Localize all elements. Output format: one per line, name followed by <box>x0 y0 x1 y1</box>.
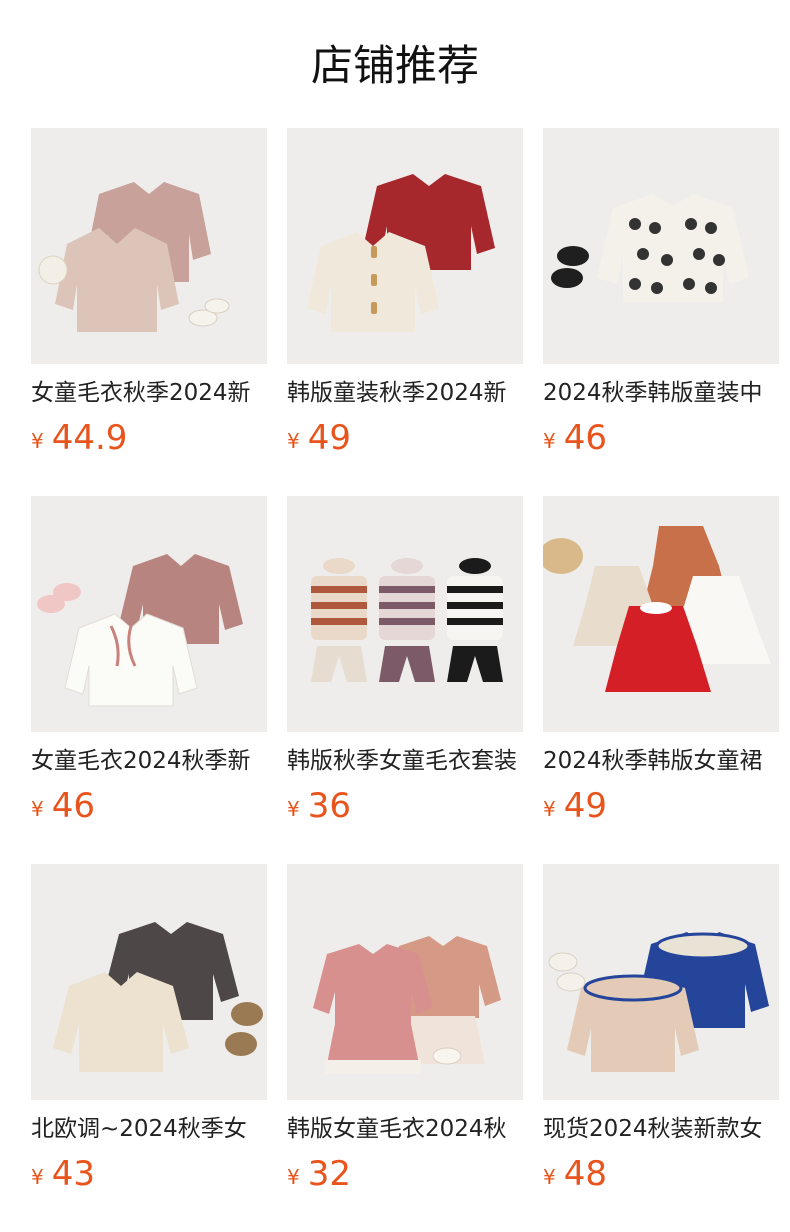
product-card[interactable]: 韩版童装秋季2024新 ¥49 <box>287 128 523 460</box>
product-price: ¥43 <box>31 1152 267 1196</box>
currency-symbol: ¥ <box>31 1165 44 1189</box>
product-card[interactable]: 2024秋季韩版女童裙 ¥49 <box>543 496 779 828</box>
product-price: ¥49 <box>543 784 779 828</box>
product-name[interactable]: 韩版童装秋季2024新 <box>287 376 523 410</box>
product-image[interactable] <box>31 864 267 1100</box>
product-card[interactable]: 女童毛衣2024秋季新 ¥46 <box>31 496 267 828</box>
currency-symbol: ¥ <box>543 1165 556 1189</box>
price-amount: 48 <box>563 1154 607 1194</box>
currency-symbol: ¥ <box>31 429 44 453</box>
product-card[interactable]: 现货2024秋装新款女 ¥48 <box>543 864 779 1196</box>
product-card[interactable]: 女童毛衣秋季2024新 ¥44.9 <box>31 128 267 460</box>
currency-symbol: ¥ <box>543 797 556 821</box>
price-amount: 32 <box>307 1154 351 1194</box>
product-price: ¥32 <box>287 1152 523 1196</box>
price-amount: 49 <box>307 418 351 458</box>
product-name[interactable]: 2024秋季韩版童装中 <box>543 376 779 410</box>
product-image[interactable] <box>543 496 779 732</box>
price-amount: 46 <box>563 418 607 458</box>
price-amount: 46 <box>51 786 95 826</box>
currency-symbol: ¥ <box>287 1165 300 1189</box>
product-name[interactable]: 现货2024秋装新款女 <box>543 1112 779 1146</box>
product-price: ¥46 <box>543 416 779 460</box>
product-price: ¥36 <box>287 784 523 828</box>
price-amount: 44.9 <box>51 418 128 458</box>
currency-symbol: ¥ <box>287 429 300 453</box>
product-name[interactable]: 2024秋季韩版女童裙 <box>543 744 779 778</box>
product-price: ¥49 <box>287 416 523 460</box>
price-amount: 43 <box>51 1154 95 1194</box>
product-name[interactable]: 韩版秋季女童毛衣套装 <box>287 744 523 778</box>
product-name[interactable]: 北欧调~2024秋季女 <box>31 1112 267 1146</box>
product-image[interactable] <box>543 864 779 1100</box>
product-price: ¥48 <box>543 1152 779 1196</box>
product-card[interactable]: 韩版秋季女童毛衣套装 ¥36 <box>287 496 523 828</box>
product-image[interactable] <box>543 128 779 364</box>
product-image[interactable] <box>287 864 523 1100</box>
currency-symbol: ¥ <box>543 429 556 453</box>
product-image[interactable] <box>287 128 523 364</box>
currency-symbol: ¥ <box>31 797 44 821</box>
product-name[interactable]: 女童毛衣2024秋季新 <box>31 744 267 778</box>
product-price: ¥44.9 <box>31 416 267 460</box>
product-image[interactable] <box>287 496 523 732</box>
product-card[interactable]: 2024秋季韩版童装中 ¥46 <box>543 128 779 460</box>
product-card[interactable]: 韩版女童毛衣2024秋 ¥32 <box>287 864 523 1196</box>
product-grid: 女童毛衣秋季2024新 ¥44.9 韩版童装秋季2024新 ¥49 2024秋季… <box>0 0 790 1232</box>
price-amount: 49 <box>563 786 607 826</box>
product-image[interactable] <box>31 496 267 732</box>
product-image[interactable] <box>31 128 267 364</box>
product-name[interactable]: 女童毛衣秋季2024新 <box>31 376 267 410</box>
product-price: ¥46 <box>31 784 267 828</box>
product-card[interactable]: 北欧调~2024秋季女 ¥43 <box>31 864 267 1196</box>
price-amount: 36 <box>307 786 351 826</box>
currency-symbol: ¥ <box>287 797 300 821</box>
product-name[interactable]: 韩版女童毛衣2024秋 <box>287 1112 523 1146</box>
